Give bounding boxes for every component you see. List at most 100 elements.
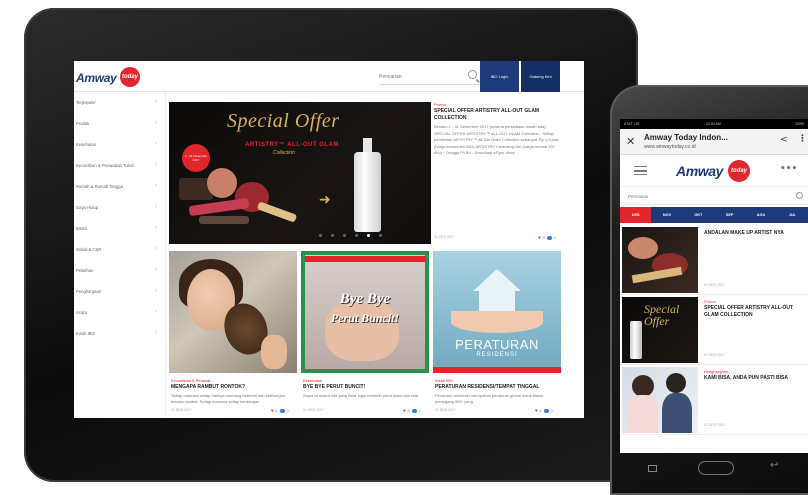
- sidebar-item-home[interactable]: Rumah & Rumah Tangga: [74, 176, 165, 197]
- carousel-dot-active[interactable]: [367, 234, 370, 237]
- comment-icon[interactable]: [546, 235, 552, 240]
- tab-month[interactable]: DES: [620, 207, 652, 223]
- mobile-site-header: Amway today •••: [620, 155, 808, 187]
- article-card-residence[interactable]: PERATURAN RESIDENSI Kisah IBO PERATURAN …: [433, 251, 561, 416]
- ibo-login-button[interactable]: IBO Login: [480, 61, 519, 92]
- heart-icon[interactable]: ♥: [535, 408, 538, 413]
- carousel-dot[interactable]: [343, 234, 346, 237]
- article-card-hair-loss[interactable]: Kecantikan & Perawat... MENGAPA RAMBUT R…: [169, 251, 297, 416]
- sidebar-item-social-csr[interactable]: Sosial & CSR: [74, 239, 165, 260]
- sidebar-item-business[interactable]: Bisnis: [74, 218, 165, 239]
- article-stats: ♥ 0 0: [535, 408, 553, 413]
- article-excerpt: Berlaku 1 - 31 Desember 2017 (selama per…: [434, 124, 559, 155]
- share-icon[interactable]: <: [780, 135, 788, 145]
- tablet-frame: Amway today IBO Login Gabung Kini Terpop…: [24, 8, 638, 482]
- page-url[interactable]: www.amwaytoday.co.id: [644, 144, 696, 150]
- article-date: 01 DES 2017: [171, 408, 192, 412]
- makeup-products-image: [179, 168, 299, 226]
- list-item[interactable]: ANDALAN MAKE UP ARTIST NYA 01 DES 2017: [620, 225, 808, 295]
- special-offer-thumbnail: Special Offer: [622, 297, 698, 363]
- tab-month[interactable]: AGU: [745, 207, 776, 223]
- search-icon[interactable]: [796, 192, 803, 199]
- carousel-dot[interactable]: [355, 234, 358, 237]
- hamburger-menu-icon[interactable]: [634, 166, 647, 175]
- article-title[interactable]: BYE BYE PERUT BUNCIT!: [303, 384, 427, 391]
- search-icon[interactable]: [468, 70, 477, 79]
- hero-banner[interactable]: Special Offer ARTISTRY™ ALL-OUT GLAM Col…: [169, 102, 431, 244]
- card-body: Kesehatan BYE BYE PERUT BUNCIT! Siapa di…: [303, 378, 427, 406]
- phone-screen: AT&T LTE 12:00 AM 100% ✕ Amway Today Ind…: [620, 119, 808, 453]
- image-caption: RESIDENSI: [476, 352, 518, 358]
- carousel-dot[interactable]: [379, 234, 382, 237]
- amway-logo[interactable]: Amway: [676, 163, 723, 179]
- amway-logo[interactable]: Amway: [76, 71, 117, 85]
- article-title[interactable]: SPECIAL OFFER ARTISTRY ALL-OUT GLAM COLL…: [434, 108, 562, 121]
- list-item-text: Penghargaan KAMI BISA, ANDA PUN PASTI BI…: [704, 369, 804, 382]
- carousel-dots: [319, 234, 382, 237]
- article-category[interactable]: Kisah IBO: [435, 378, 559, 383]
- article-title[interactable]: ANDALAN MAKE UP ARTIST NYA: [704, 230, 804, 237]
- makeup-thumbnail: [622, 227, 698, 293]
- tab-month[interactable]: OKT: [683, 207, 714, 223]
- list-item[interactable]: Special Offer Promo SPECIAL OFFER ARTIST…: [620, 295, 808, 365]
- sidebar-item-awards[interactable]: Penghargaan: [74, 281, 165, 302]
- sidebar-item-lifestyle[interactable]: Gaya Hidup: [74, 197, 165, 218]
- android-nav-bar: ↩: [620, 453, 808, 485]
- cleansing-bottle-image: [354, 138, 381, 232]
- battery-text: 100%: [795, 122, 804, 126]
- join-button[interactable]: Gabung Kini: [521, 61, 560, 92]
- article-category[interactable]: Kesehatan: [303, 378, 427, 383]
- image-caption: Perut Buncit!: [330, 311, 400, 325]
- article-excerpt: Siapa di antara kita yang tidak ingin me…: [303, 392, 418, 398]
- carousel-dot[interactable]: [331, 234, 334, 237]
- article-category[interactable]: Promo: [434, 102, 562, 107]
- sidebar-item-popular[interactable]: Terpopuler: [74, 92, 165, 113]
- sidebar-item-ibo-stories[interactable]: Kisah IBO: [74, 323, 165, 344]
- image-caption: Bye Bye: [339, 291, 391, 307]
- search-input[interactable]: [628, 191, 778, 201]
- month-tabs: DES NOV OKT SEP AGU JUL: [620, 207, 808, 223]
- comment-icon[interactable]: [411, 408, 417, 413]
- heart-icon[interactable]: ♥: [403, 408, 406, 413]
- back-icon[interactable]: ↩: [770, 460, 778, 471]
- article-title[interactable]: PERATURAN RESIDENSI/TEMPAT TINGGAL: [435, 384, 559, 391]
- list-item[interactable]: Penghargaan KAMI BISA, ANDA PUN PASTI BI…: [620, 365, 808, 435]
- article-card-belly[interactable]: Bye Bye Perut Buncit! Kesehatan BYE BYE …: [301, 251, 429, 416]
- search-input[interactable]: [379, 70, 459, 83]
- card-body: Kisah IBO PERATURAN RESIDENSI/TEMPAT TIN…: [435, 378, 559, 406]
- sidebar-item-products[interactable]: Produk: [74, 113, 165, 134]
- article-title[interactable]: KAMI BISA, ANDA PUN PASTI BISA: [704, 375, 804, 382]
- comment-icon[interactable]: [279, 408, 285, 413]
- carousel-dot[interactable]: [319, 234, 322, 237]
- article-category[interactable]: Penghargaan: [704, 369, 804, 374]
- close-icon[interactable]: ✕: [626, 135, 635, 148]
- site-header: Amway today IBO Login Gabung Kini: [74, 61, 584, 92]
- today-badge-logo[interactable]: today: [728, 160, 750, 182]
- sidebar-item-events[interactable]: Acara: [74, 302, 165, 323]
- recent-apps-icon[interactable]: [648, 465, 657, 472]
- article-category[interactable]: Kecantikan & Perawat...: [171, 378, 295, 383]
- browser-url-bar: ✕ Amway Today Indon... www.amwaytoday.co…: [620, 129, 808, 155]
- article-title[interactable]: SPECIAL OFFER ARTISTRY ALL-OUT GLAM COLL…: [704, 305, 804, 319]
- comment-icon[interactable]: [543, 408, 549, 413]
- tab-month[interactable]: JUL: [777, 207, 808, 223]
- article-category[interactable]: Promo: [704, 299, 804, 304]
- sidebar-item-health[interactable]: Kesehatan: [74, 134, 165, 155]
- article-date: 04 DES 2017: [303, 408, 324, 412]
- article-excerpt: Setiap manusia setiap harinya memang ber…: [171, 392, 286, 405]
- tab-month[interactable]: NOV: [651, 207, 682, 223]
- heart-icon[interactable]: ♥: [538, 235, 541, 240]
- sidebar-item-training[interactable]: Pelatihan: [74, 260, 165, 281]
- home-button[interactable]: [698, 461, 734, 475]
- category-sidebar: Terpopuler Produk Kesehatan Kecantikan &…: [74, 92, 166, 418]
- heart-icon[interactable]: ♥: [271, 408, 274, 413]
- article-date: 01 DES 2017: [704, 423, 725, 427]
- today-badge-logo[interactable]: today: [120, 67, 140, 87]
- article-title[interactable]: MENGAPA RAMBUT RONTOK?: [171, 384, 295, 391]
- more-options-icon[interactable]: ⋮: [798, 134, 807, 144]
- more-dots-icon[interactable]: •••: [780, 164, 797, 174]
- featured-article[interactable]: Promo SPECIAL OFFER ARTISTRY ALL-OUT GLA…: [434, 102, 562, 244]
- tablet-screen: Amway today IBO Login Gabung Kini Terpop…: [74, 61, 584, 418]
- tab-month[interactable]: SEP: [714, 207, 745, 223]
- sidebar-item-beauty[interactable]: Kecantikan & Perawatan Tubuh: [74, 155, 165, 176]
